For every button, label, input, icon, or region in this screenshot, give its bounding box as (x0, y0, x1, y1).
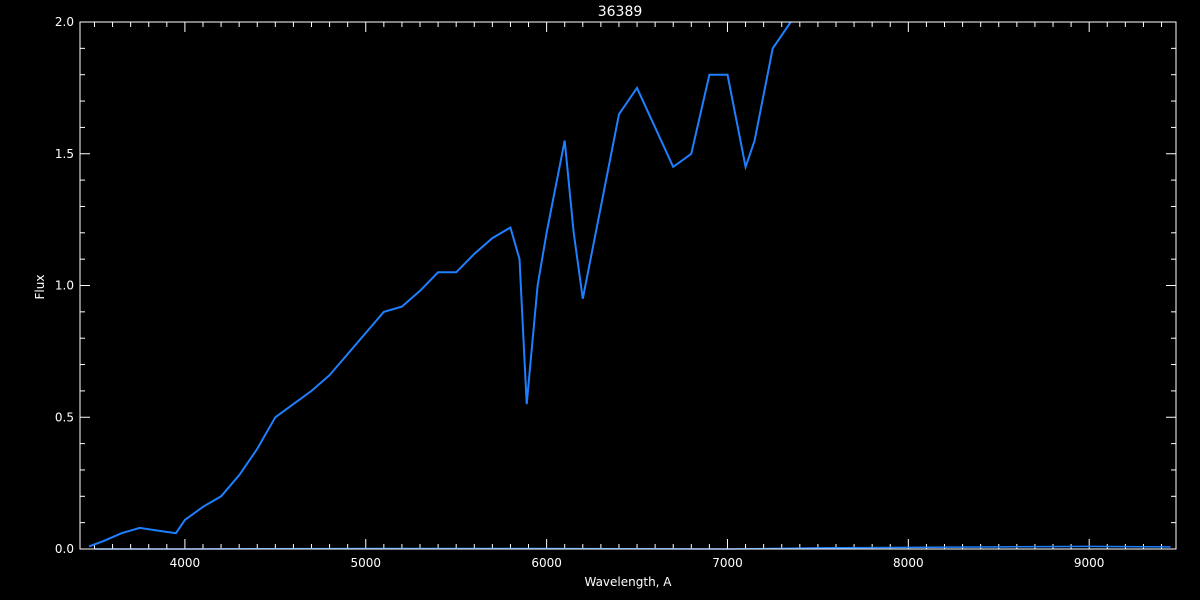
x-tick-label: 7000 (712, 556, 743, 570)
chart-title: 36389 (598, 4, 643, 20)
x-axis-label: Wavelength, A (584, 575, 672, 589)
chart-background (0, 0, 1200, 600)
spectrum-chart: 36389 4000 5000 6000 7000 8000 9000 0.0 0.5 1.0 1… (0, 0, 1200, 600)
x-tick-label: 8000 (893, 556, 924, 570)
x-tick-label: 5000 (350, 556, 381, 570)
y-tick-label: 1.0 (55, 279, 74, 293)
x-tick-label: 6000 (531, 556, 562, 570)
y-tick-label: 0.5 (55, 410, 74, 424)
y-tick-label: 0.0 (55, 542, 74, 556)
y-axis-label: Flux (33, 275, 47, 300)
x-tick-label: 4000 (170, 556, 201, 570)
y-tick-label: 1.5 (55, 147, 74, 161)
y-tick-label: 2.0 (55, 15, 74, 29)
x-tick-label: 9000 (1074, 556, 1105, 570)
